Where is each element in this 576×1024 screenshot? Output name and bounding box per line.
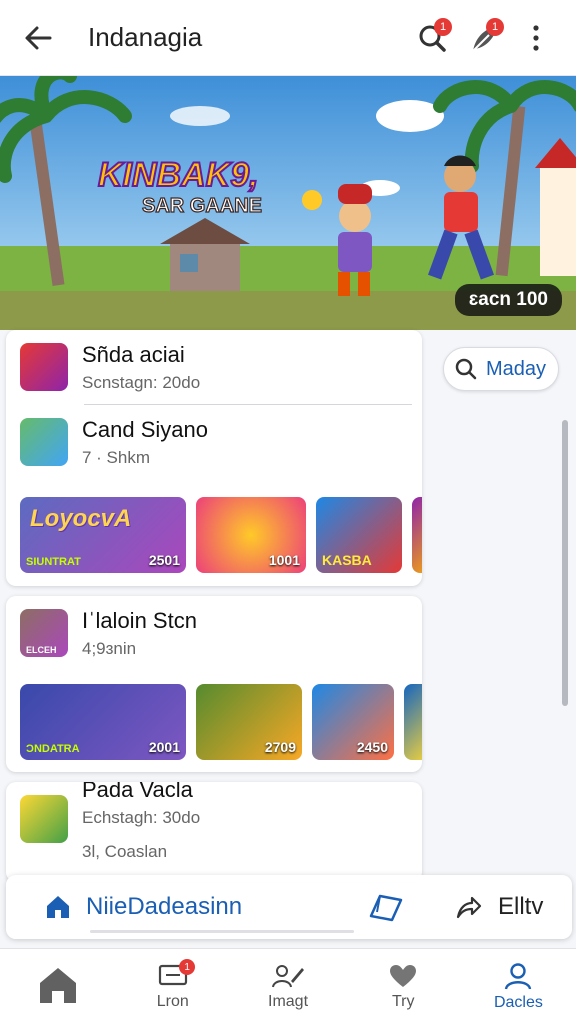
nav-home[interactable] (0, 949, 115, 1024)
game-thumbnail (20, 418, 68, 466)
heart-icon (390, 964, 417, 987)
home-icon (47, 896, 69, 918)
home-shortcut-label: NiieDadeasinn (86, 893, 243, 920)
game-tile[interactable]: KASBA (316, 497, 402, 573)
nav-badge: 1 (179, 959, 196, 975)
game-tile[interactable]: LoyocvA SIUNTRAT 2501 (20, 497, 186, 573)
tag-icon (369, 894, 403, 922)
nav-profile[interactable]: Dacles (461, 949, 576, 1024)
list-item[interactable]: Cand Siyano 7 · Shkm (6, 405, 422, 479)
bar-indicator (90, 930, 354, 933)
list-item[interactable]: Pada Vacla Echstagh: 30do 3l, Coaslan (6, 782, 422, 861)
game-tile[interactable]: 2450 (312, 684, 394, 760)
bookmark-button[interactable] (346, 892, 426, 922)
person-icon (505, 962, 532, 989)
feather-button[interactable]: 1 (462, 16, 506, 60)
bottom-nav: 1 Lron Imagt Try Dacles (0, 948, 576, 1024)
nav-label: Dacles (493, 993, 543, 1011)
search-badge: 1 (434, 17, 452, 36)
tile-value: 2709 (264, 739, 296, 755)
list-item[interactable]: ELCEH Iˈlaloin Stcn 4;9ɜnin (6, 596, 422, 670)
tile-label: ƆNDATRA (26, 743, 80, 755)
share-label: Elltv (498, 893, 544, 920)
nav-label: Try (391, 992, 415, 1010)
back-button[interactable] (18, 18, 58, 58)
home-icon (39, 967, 76, 1003)
side-search-button[interactable]: Maday (443, 347, 559, 391)
tile-row: LoyocvA SIUNTRAT 2501 1001 KASBA (6, 497, 422, 573)
nav-inbox[interactable]: 1 Lron (115, 949, 230, 1024)
hero-score-badge: ɛacn 100 (454, 284, 562, 316)
game-card: Pada Vacla Echstagh: 30do 3l, Coaslan (6, 782, 422, 882)
nav-label: Lron (156, 992, 189, 1010)
game-card: ELCEH Iˈlaloin Stcn 4;9ɜnin ƆNDATRA 2001… (6, 596, 422, 772)
game-meta: 4;9ɜnin (82, 638, 137, 658)
game-tile[interactable] (404, 684, 422, 760)
hero-title-line1: KINBAK9, (98, 156, 259, 194)
more-menu-button[interactable] (514, 16, 558, 60)
quick-action-bar: NiieDadeasinn Elltv (6, 875, 572, 939)
hero-banner[interactable]: KINBAK9, SAR GAANE ɛacn 100 (0, 76, 576, 330)
search-icon (455, 358, 477, 380)
app-bar: Indanagia 1 1 (0, 0, 576, 76)
game-tile[interactable]: 1001 (196, 497, 306, 573)
tile-value: 2001 (148, 739, 180, 755)
game-name: Sñda aciai (82, 341, 185, 367)
nav-image[interactable]: Imagt (230, 949, 345, 1024)
scrollbar[interactable] (562, 420, 568, 706)
game-thumbnail (20, 795, 68, 843)
game-thumbnail: ELCEH (20, 609, 68, 657)
game-extra: 3l, Coaslan (82, 841, 168, 861)
home-shortcut[interactable]: NiieDadeasinn (6, 893, 346, 921)
tile-value: 1001 (268, 552, 300, 568)
game-name: Iˈlaloin Stcn (82, 607, 197, 633)
share-button[interactable]: Elltv (454, 893, 543, 921)
tile-title: LoyocvA (30, 505, 132, 532)
game-tile[interactable]: 2709 (196, 684, 302, 760)
game-tile[interactable]: ƆNDATRA 2001 (20, 684, 186, 760)
list-item[interactable]: Sñda aciai Scnstagn: 20do (6, 330, 422, 404)
edit-user-icon (272, 964, 304, 987)
game-tile[interactable] (412, 497, 422, 573)
search-button[interactable]: 1 (410, 16, 454, 60)
feather-badge: 1 (486, 17, 504, 36)
side-search-label: Maday (486, 357, 547, 380)
game-thumbnail (20, 343, 68, 391)
game-meta: 7 · Shkm (82, 447, 151, 467)
game-meta: Echstagh: 30do (82, 807, 201, 827)
share-icon (456, 896, 482, 919)
hero-title-line2: SAR GAANE (142, 195, 262, 217)
page-title: Indanagia (88, 22, 203, 52)
thumbnail-label: ELCEH (26, 645, 57, 655)
game-name: Pada Vacla (82, 782, 193, 802)
more-vertical-icon (533, 24, 539, 51)
game-name: Cand Siyano (82, 416, 208, 442)
game-meta: Scnstagn: 20do (82, 372, 201, 392)
tile-row: ƆNDATRA 2001 2709 2450 (6, 684, 422, 760)
arrow-left-icon (25, 26, 52, 49)
tile-label: SIUNTRAT (26, 556, 81, 568)
tile-value: 2501 (148, 552, 180, 568)
nav-label: Imagt (268, 992, 309, 1010)
tile-label: KASBA (322, 552, 372, 568)
tile-value: 2450 (356, 739, 388, 755)
nav-favorites[interactable]: Try (346, 949, 461, 1024)
game-card: Sñda aciai Scnstagn: 20do Cand Siyano 7 … (6, 330, 422, 586)
